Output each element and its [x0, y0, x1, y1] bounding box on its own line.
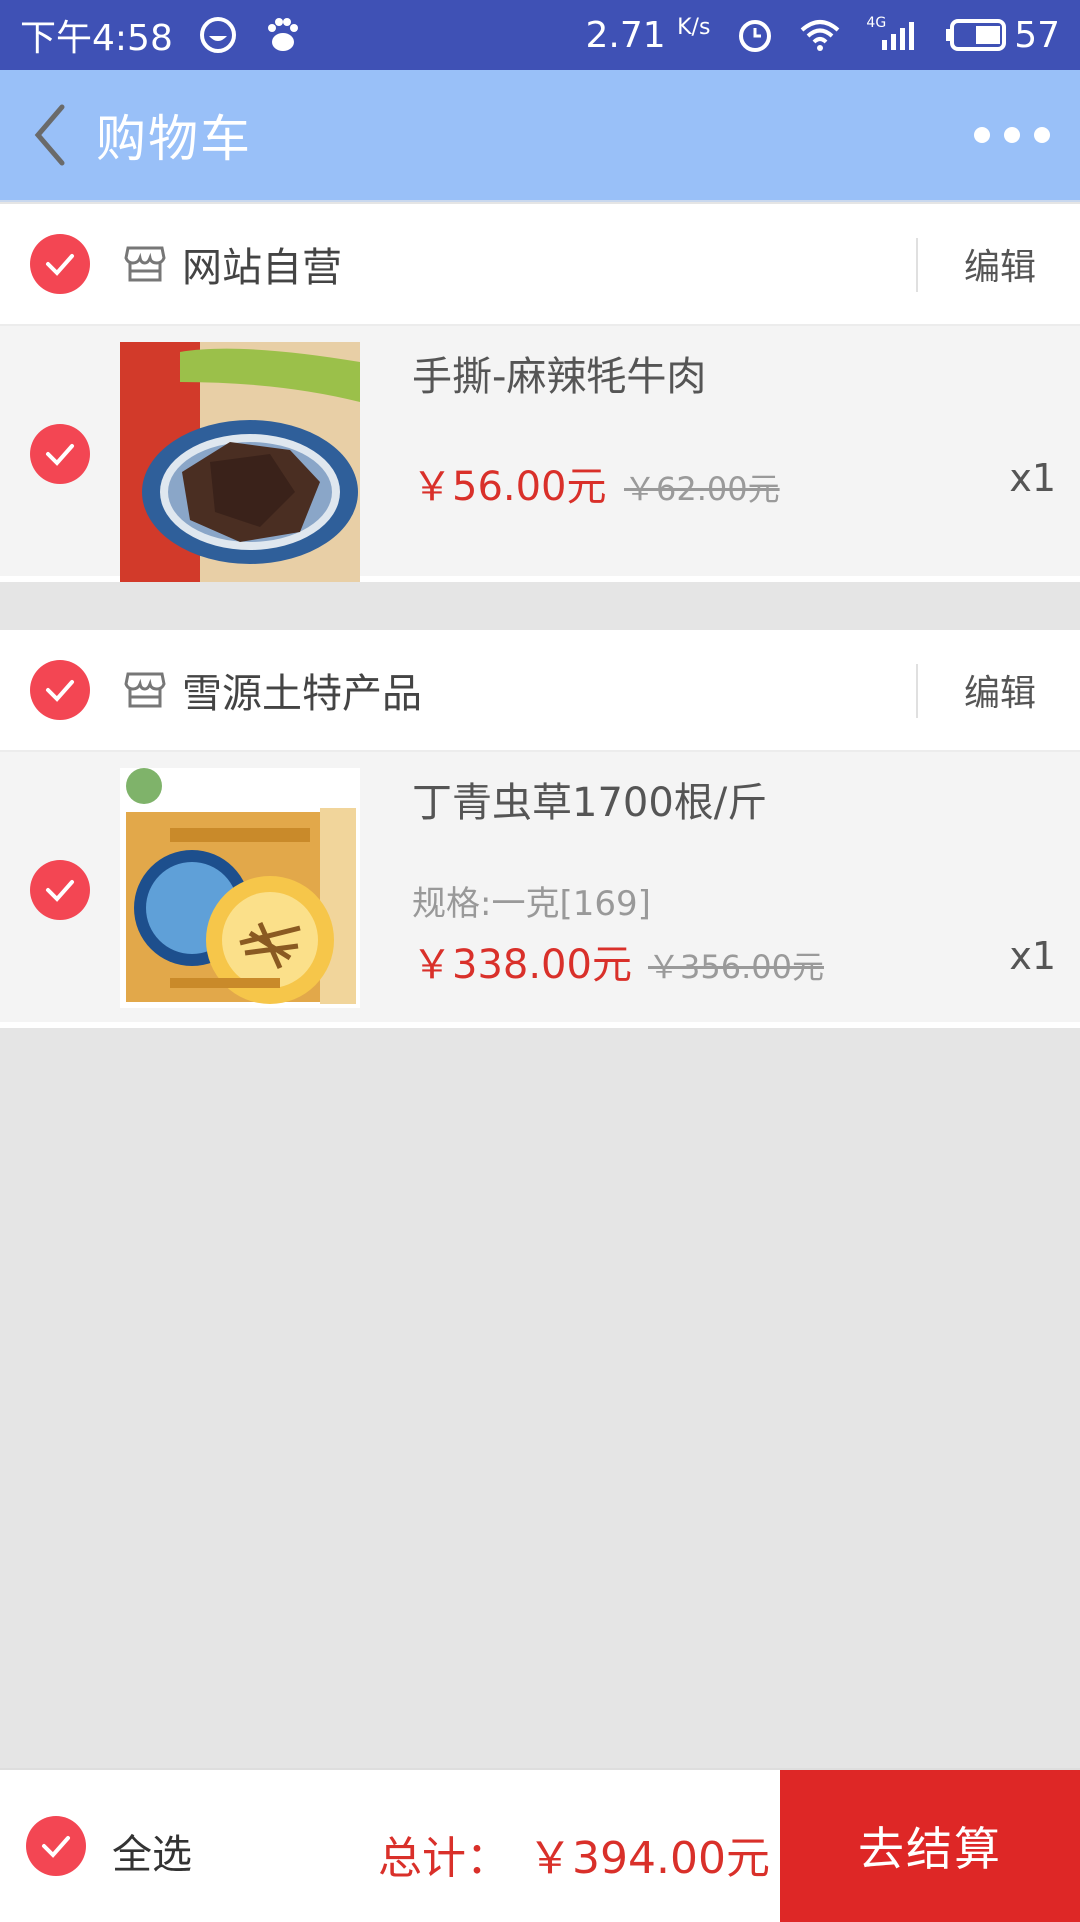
speed-unit: K/s	[677, 14, 711, 40]
edit-button[interactable]: 编辑	[964, 664, 1036, 716]
battery-icon	[946, 18, 1008, 52]
select-all-checkbox[interactable]	[26, 1816, 86, 1876]
check-icon	[46, 444, 74, 466]
checkout-bar: 全选 总计： ￥394.00元 去结算	[0, 1768, 1080, 1922]
speed-value: 2.71	[585, 14, 666, 56]
check-icon	[46, 880, 74, 902]
check-icon	[42, 1836, 70, 1858]
store-icon	[124, 242, 166, 288]
cart-item[interactable]: 手撕-麻辣牦牛肉 ￥56.00元 ￥62.00元 x1	[0, 326, 1080, 582]
store-icon	[124, 668, 166, 714]
shop-checkbox[interactable]	[30, 660, 90, 720]
original-price: ￥356.00元	[648, 948, 824, 986]
shop-section: 雪源土特产品 编辑 丁青虫草1700根/斤 规格:一克[169] ￥338.00…	[0, 630, 1080, 1028]
product-image[interactable]	[120, 342, 360, 582]
status-bar: 下午4:58 2.71 K/s 4G 57	[0, 0, 1080, 70]
alarm-icon	[736, 16, 774, 54]
product-price: ￥338.00元	[412, 942, 632, 988]
check-icon	[46, 680, 74, 702]
product-name[interactable]: 丁青虫草1700根/斤	[412, 770, 767, 828]
chevron-left-icon	[34, 104, 65, 166]
shop-header: 网站自营 编辑	[0, 204, 1080, 326]
product-image[interactable]	[120, 768, 360, 1008]
divider	[916, 238, 918, 292]
shop-name: 网站自营	[182, 245, 342, 291]
product-spec: 规格:一克[169]	[412, 884, 651, 924]
check-icon	[46, 254, 74, 276]
product-name[interactable]: 手撕-麻辣牦牛肉	[412, 344, 706, 402]
edit-button[interactable]: 编辑	[964, 238, 1036, 290]
app-bar: 购物车	[0, 70, 1080, 202]
back-button[interactable]	[30, 100, 78, 170]
wifi-icon	[800, 18, 840, 52]
total-label: 总计：	[378, 1833, 510, 1884]
shop-header: 雪源土特产品 编辑	[0, 630, 1080, 752]
cart-item[interactable]: 丁青虫草1700根/斤 规格:一克[169] ￥338.00元 ￥356.00元…	[0, 752, 1080, 1028]
quantity: x1	[1009, 456, 1056, 500]
item-checkbox[interactable]	[30, 860, 90, 920]
quantity: x1	[1009, 934, 1056, 978]
baidu-paw-icon	[263, 16, 301, 54]
status-time: 下午4:58	[20, 18, 173, 59]
checkout-button[interactable]: 去结算	[780, 1770, 1080, 1922]
page-title: 购物车	[96, 110, 252, 168]
total-value: ￥394.00元	[528, 1833, 770, 1884]
item-checkbox[interactable]	[30, 424, 90, 484]
face-icon	[199, 16, 237, 54]
signal-icon: 4G	[866, 15, 920, 52]
original-price: ￥62.00元	[624, 470, 780, 508]
select-all-label[interactable]: 全选	[112, 1822, 192, 1880]
shop-name: 雪源土特产品	[182, 671, 422, 717]
battery-level: 57	[1014, 14, 1060, 56]
network-type: 4G	[866, 15, 887, 31]
network-speed: 2.71 K/s	[586, 15, 711, 56]
divider	[916, 664, 918, 718]
more-dots-icon[interactable]	[974, 117, 1050, 153]
product-price: ￥56.00元	[412, 464, 607, 510]
shop-checkbox[interactable]	[30, 234, 90, 294]
shop-section: 网站自营 编辑 手撕-麻辣牦牛肉 ￥56.00元 ￥62.00元 x1	[0, 204, 1080, 582]
